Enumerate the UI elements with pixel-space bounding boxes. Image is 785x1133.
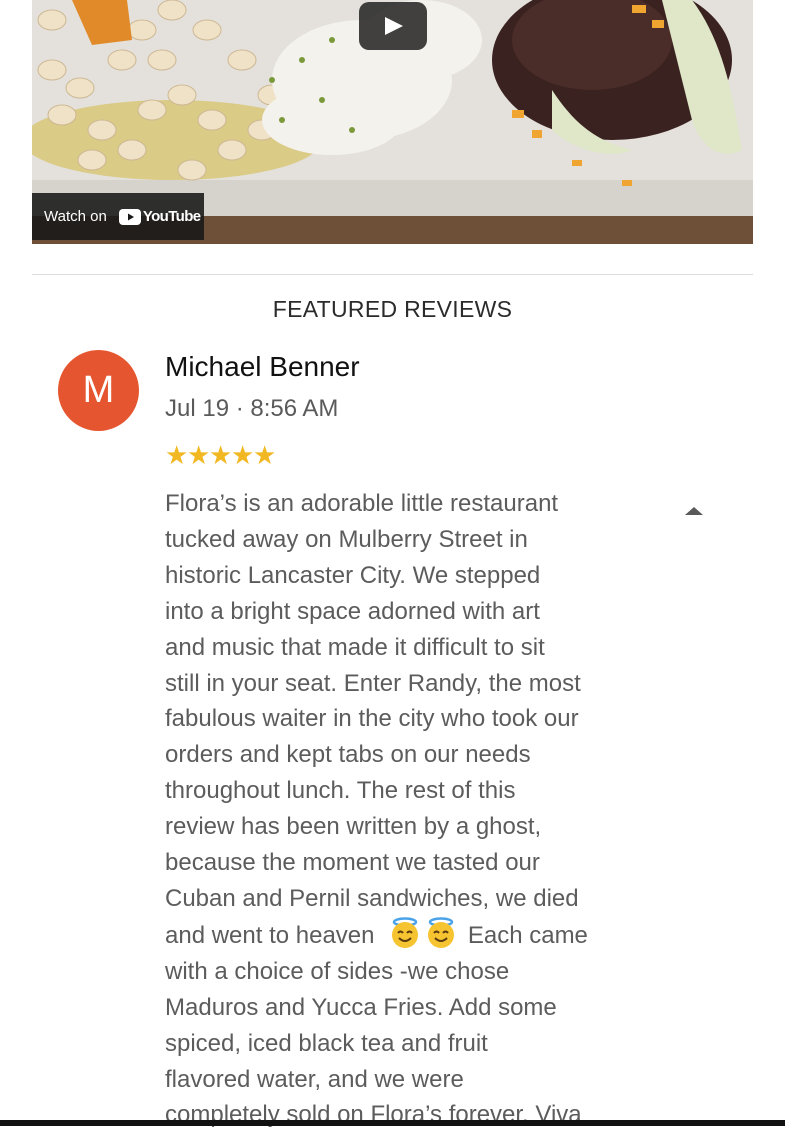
review-line: completely sold on Flora’s forever. Viva bbox=[165, 1101, 582, 1129]
review-line-with-emoji: and went to heaven Each came bbox=[165, 917, 655, 954]
review-line: because the moment we tasted our bbox=[165, 849, 540, 877]
review-line: spiced, iced black tea and fruit bbox=[165, 1029, 488, 1057]
review-line: into a bright space adorned with art bbox=[165, 597, 540, 625]
section-divider bbox=[32, 274, 753, 275]
review-line: historic Lancaster City. We stepped bbox=[165, 561, 541, 589]
review-line: orders and kept tabs on our needs bbox=[165, 741, 531, 769]
review-line: with a choice of sides -we chose bbox=[165, 957, 510, 985]
watch-on-youtube-button[interactable]: Watch on YouTube bbox=[32, 193, 204, 240]
play-icon bbox=[385, 17, 403, 35]
collapse-review-button[interactable] bbox=[683, 504, 705, 516]
review-line: fabulous waiter in the city who took our bbox=[165, 705, 579, 733]
bottom-edge-bar bbox=[0, 1120, 785, 1126]
review-line: Maduros and Yucca Fries. Add some bbox=[165, 993, 557, 1021]
video-embed[interactable]: Watch on YouTube bbox=[32, 0, 753, 244]
triangle-up-icon bbox=[685, 507, 703, 515]
youtube-wordmark: YouTube bbox=[142, 208, 201, 225]
youtube-logo: YouTube bbox=[118, 208, 201, 225]
star-icon: ★ bbox=[231, 441, 255, 471]
review-body: Flora’s is an adorable little restaurant… bbox=[165, 486, 655, 1133]
watch-on-label: Watch on bbox=[44, 208, 107, 225]
review-line: flavored water, and we were bbox=[165, 1065, 464, 1093]
reviewer-avatar: M bbox=[58, 350, 139, 431]
reviewer-name: Michael Benner bbox=[165, 351, 360, 382]
review-line: Cuban and Pernil sandwiches, we died bbox=[165, 884, 579, 912]
star-icon: ★ bbox=[253, 441, 277, 471]
smiling-face-with-halo-icon bbox=[428, 917, 455, 948]
star-icon: ★ bbox=[165, 441, 189, 471]
featured-reviews-heading: FEATURED REVIEWS bbox=[272, 296, 513, 322]
star-rating: ★ ★ ★ ★ ★ bbox=[165, 441, 277, 471]
review-line: throughout lunch. The rest of this bbox=[165, 777, 516, 805]
review-line: tucked away on Mulberry Street in bbox=[165, 525, 528, 553]
review-line-part: and went to heaven bbox=[165, 921, 375, 949]
review-line: and music that made it difficult to sit bbox=[165, 633, 545, 661]
star-icon: ★ bbox=[187, 441, 211, 471]
star-icon: ★ bbox=[209, 441, 233, 471]
youtube-play-icon bbox=[118, 208, 141, 225]
review-line: still in your seat. Enter Randy, the mos… bbox=[165, 669, 581, 697]
review-date: Jul 19 · 8:56 AM bbox=[165, 395, 339, 422]
review-line-part: Each came bbox=[467, 921, 588, 949]
review-line: Flora’s is an adorable little restaurant bbox=[165, 490, 559, 517]
review-line: review has been written by a ghost, bbox=[165, 813, 542, 841]
smiling-face-with-halo-icon bbox=[392, 917, 419, 948]
play-button[interactable] bbox=[359, 2, 427, 50]
